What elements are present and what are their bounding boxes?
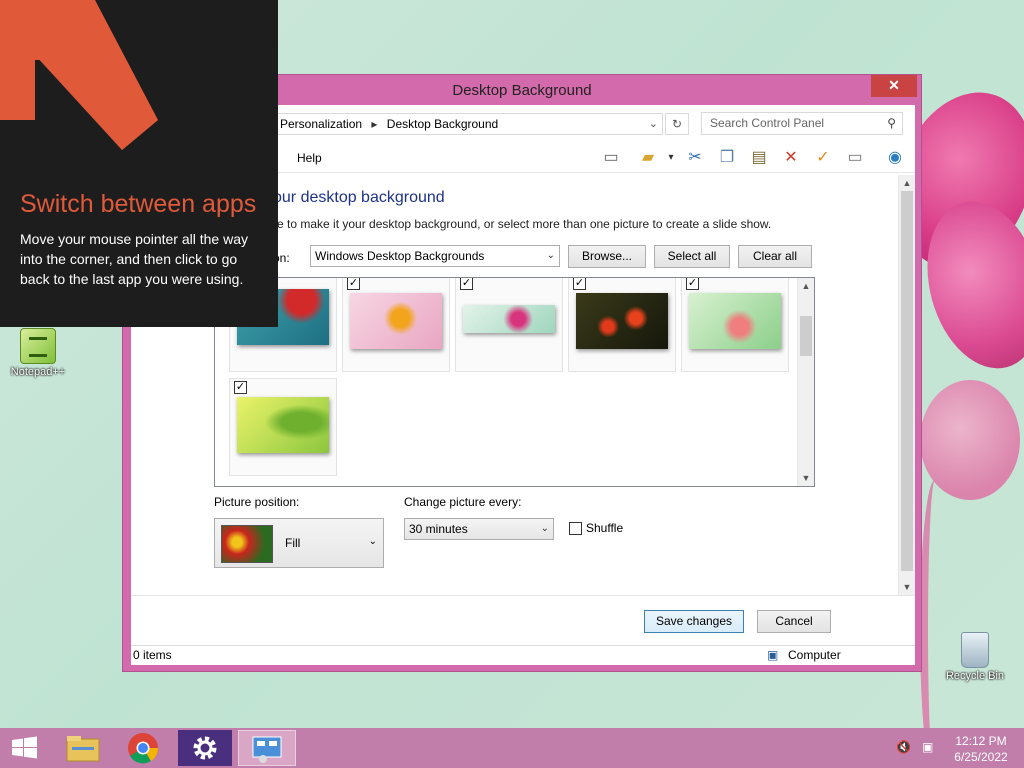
cancel-button[interactable]: Cancel (757, 610, 831, 633)
globe-icon[interactable]: ◉ (883, 147, 907, 169)
content-scrollbar[interactable]: ▲ ▼ (898, 175, 915, 595)
taskbar-clock[interactable]: 12:12 PM 6/25/2022 (946, 733, 1016, 765)
search-placeholder: Search Control Panel (710, 116, 825, 130)
corner-arrow-icon (0, 0, 158, 150)
taskbar-control-panel[interactable] (238, 730, 296, 766)
shuffle-label[interactable]: Shuffle (586, 521, 623, 535)
shuffle-checkbox[interactable] (569, 522, 582, 535)
copy-icon[interactable]: ❐ (715, 147, 739, 169)
desktop-icon-label: Recycle Bin (945, 670, 1005, 682)
breadcrumb-separator-icon[interactable]: ▸ (371, 117, 377, 131)
desktop-icon-notepadplusplus[interactable]: Notepad++ (3, 328, 73, 378)
breadcrumb-desktop-background[interactable]: Desktop Background (387, 117, 498, 131)
clear-all-button[interactable]: Clear all (738, 245, 812, 268)
change-picture-label: Change picture every: (404, 495, 522, 509)
file-explorer-icon (66, 736, 100, 762)
clock-time: 12:12 PM (955, 734, 1007, 748)
wallpaper-thumbnail-image (350, 293, 442, 349)
chevron-down-icon[interactable]: ⌄ (649, 114, 658, 134)
chrome-icon (128, 733, 159, 764)
chevron-down-icon[interactable]: ▾ (659, 147, 683, 169)
taskbar: 🔇 ▣ 12:12 PM 6/25/2022 (0, 728, 1024, 768)
picture-location-select[interactable]: Windows Desktop Backgrounds ⌄ (310, 245, 560, 267)
change-picture-value: 30 minutes (409, 522, 468, 536)
picture-thumbnail[interactable]: ✓ (342, 278, 450, 372)
network-icon[interactable]: ▣ (922, 740, 933, 754)
recycle-bin-icon (961, 632, 989, 668)
menu-help[interactable]: Help (297, 151, 322, 165)
folder-icon[interactable]: ▰ (636, 147, 660, 169)
layout-icon[interactable]: ▭ (599, 147, 623, 169)
status-item-count: 0 items (133, 648, 172, 662)
windows-start-icon (12, 736, 37, 759)
refresh-icon[interactable]: ↻ (665, 113, 689, 135)
chevron-down-icon[interactable]: ⌄ (547, 246, 555, 266)
picture-thumbnail[interactable]: ✓ (681, 278, 789, 372)
scrollbar-thumb[interactable] (901, 191, 913, 571)
picture-position-preview (221, 525, 273, 563)
computer-icon: ▣ (767, 648, 779, 662)
search-icon[interactable]: ⚲ (887, 113, 896, 134)
page-heading: our desktop background (273, 189, 445, 206)
taskbar-file-explorer[interactable] (58, 730, 108, 766)
taskbar-settings[interactable] (178, 730, 232, 766)
scroll-down-icon[interactable]: ▼ (899, 579, 915, 595)
picture-thumbnail[interactable]: ✓ (455, 278, 563, 372)
change-picture-select[interactable]: 30 minutes ⌄ (404, 518, 554, 540)
tooltip-body: Move your mouse pointer all the way into… (20, 231, 248, 287)
picture-position-select[interactable]: Fill ⌄ (214, 518, 384, 568)
scroll-up-icon[interactable]: ▲ (899, 175, 915, 191)
picture-thumbnail[interactable]: ✓ (229, 378, 337, 476)
scroll-up-icon[interactable]: ▲ (798, 278, 814, 294)
dialog-footer: Save changes Cancel (131, 595, 915, 643)
switch-apps-tooltip[interactable]: Switch between apps Move your mouse poin… (0, 0, 278, 327)
page-instructions: re to make it your desktop background, o… (273, 217, 772, 231)
wallpaper-thumbnail-image (463, 305, 555, 333)
search-input[interactable]: Search Control Panel ⚲ (701, 112, 903, 135)
notepad-plus-icon (20, 328, 56, 364)
wallpaper-thumbnail-image (576, 293, 668, 349)
close-button[interactable]: ✕ (871, 75, 917, 97)
wallpaper-thumbnail-image (689, 293, 781, 349)
select-all-button[interactable]: Select all (654, 245, 730, 268)
control-panel-icon (252, 736, 282, 763)
start-button[interactable] (0, 730, 50, 766)
picture-checkbox[interactable]: ✓ (347, 278, 360, 290)
picture-grid-scrollbar[interactable]: ▲ ▼ (797, 278, 814, 486)
rename-icon[interactable]: ▭ (843, 147, 867, 169)
speaker-muted-icon[interactable]: 🔇 (896, 740, 911, 754)
status-bar: 0 items ▣ Computer (131, 645, 915, 665)
clock-date: 6/25/2022 (954, 750, 1008, 764)
chevron-down-icon[interactable]: ⌄ (541, 519, 549, 539)
browse-button[interactable]: Browse... (568, 245, 646, 268)
save-changes-button[interactable]: Save changes (644, 610, 744, 633)
delete-icon[interactable]: ✕ (779, 147, 803, 169)
breadcrumb-personalization[interactable]: Personalization (280, 117, 362, 131)
picture-checkbox[interactable]: ✓ (460, 278, 473, 290)
picture-grid: ✓ ✓ ✓ ✓ ✓ ▲ ▼ (214, 277, 815, 487)
properties-check-icon[interactable]: ✓ (811, 147, 835, 169)
picture-thumbnail[interactable]: ✓ (568, 278, 676, 372)
picture-checkbox[interactable]: ✓ (573, 278, 586, 290)
wallpaper-thumbnail-image (237, 397, 329, 453)
picture-location-value: Windows Desktop Backgrounds (315, 249, 485, 263)
status-location: Computer (788, 648, 841, 662)
scroll-down-icon[interactable]: ▼ (798, 470, 814, 486)
picture-position-label: Picture position: (214, 495, 300, 509)
wallpaper-stem (920, 480, 950, 768)
scrollbar-thumb[interactable] (800, 316, 812, 356)
picture-position-value: Fill (285, 536, 301, 550)
picture-checkbox[interactable]: ✓ (234, 381, 247, 394)
picture-checkbox[interactable]: ✓ (686, 278, 699, 290)
settings-icon (193, 736, 217, 760)
desktop-icon-label: Notepad++ (10, 366, 66, 378)
chevron-down-icon[interactable]: ⌄ (369, 536, 377, 547)
cut-icon[interactable]: ✂ (683, 147, 707, 169)
paste-icon[interactable]: ▤ (747, 147, 771, 169)
desktop-icon-recycle-bin[interactable]: Recycle Bin (940, 632, 1010, 682)
taskbar-chrome[interactable] (118, 730, 168, 766)
tooltip-title: Switch between apps (20, 190, 257, 218)
